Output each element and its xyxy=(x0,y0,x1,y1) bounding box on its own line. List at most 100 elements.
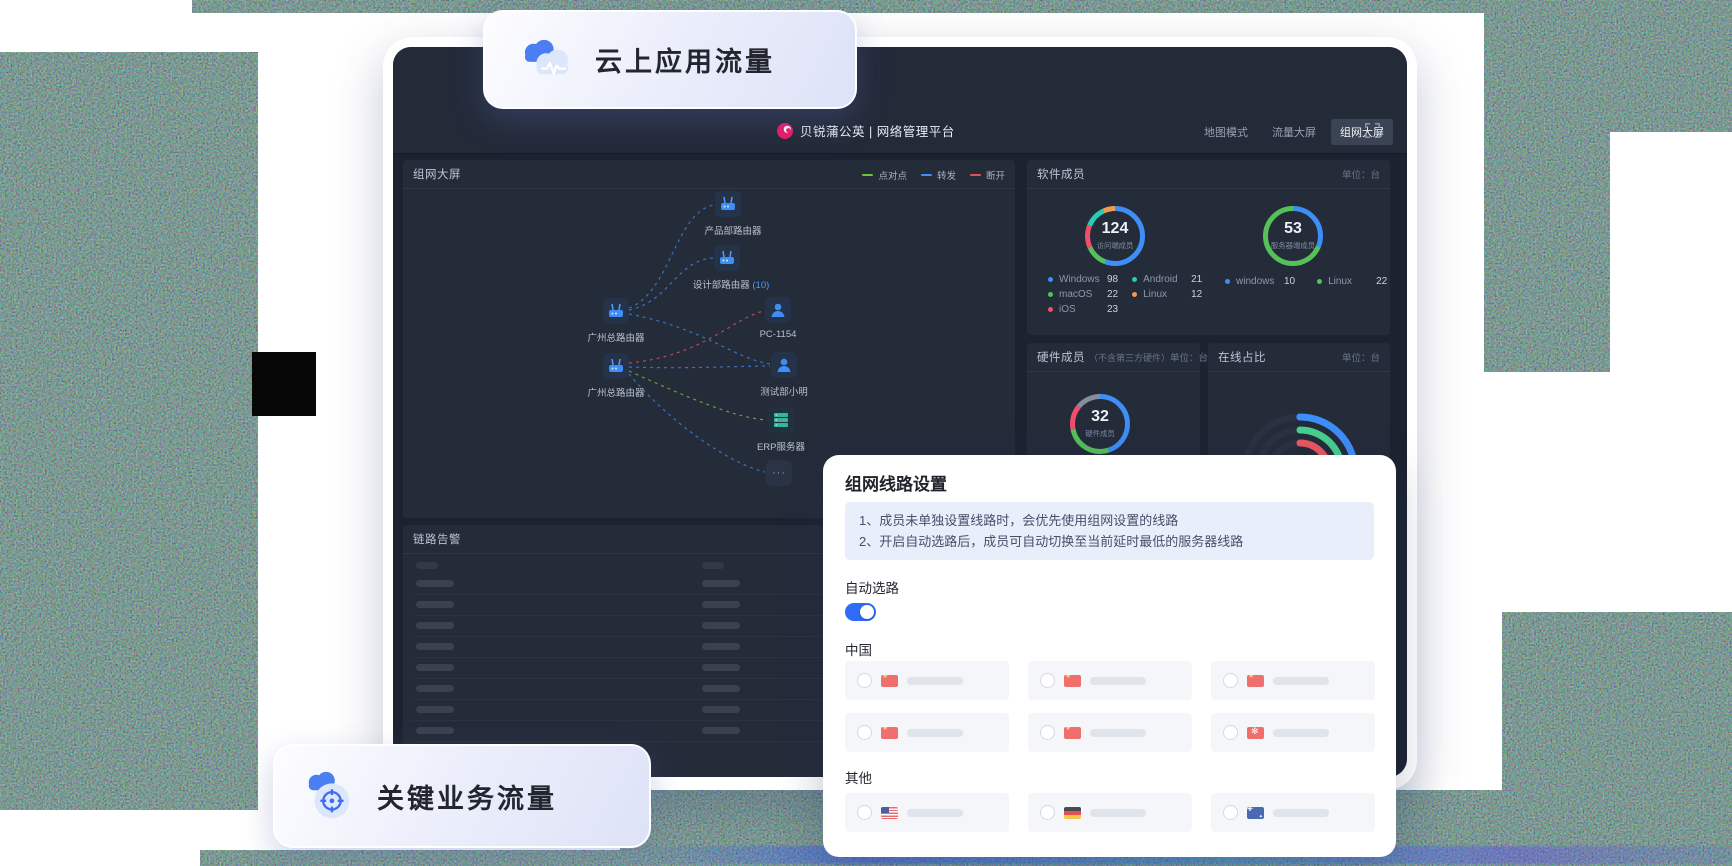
hardware-members-total: 32 xyxy=(1091,409,1109,425)
node-product-router[interactable]: 产品部路由器 xyxy=(715,191,741,217)
unit-label: 单位：台 xyxy=(1342,167,1380,181)
badge-bottom-label: 关键业务流量 xyxy=(377,777,557,816)
node-gz-router-1[interactable]: 广州总路由器 xyxy=(603,298,629,324)
donut-access-members: 124 访问端成员 xyxy=(1082,203,1148,269)
alarm-row-bar xyxy=(702,643,740,650)
alarm-row-bar xyxy=(702,580,740,587)
node-design-router[interactable]: 设计部路由器 (10) xyxy=(714,245,740,271)
flag-hk-icon xyxy=(1247,727,1264,739)
software-members-title: 软件成员 xyxy=(1037,166,1085,182)
radio-button[interactable] xyxy=(1040,725,1055,740)
auto-route-toggle[interactable] xyxy=(845,603,876,621)
node-gz-router-2[interactable]: 广州总路由器 xyxy=(603,353,629,379)
node-test-member[interactable]: 测试部小明 xyxy=(771,352,797,378)
line-name-placeholder xyxy=(1273,729,1329,737)
legend-item: iOS23 xyxy=(1048,302,1118,317)
legend-value: 22 xyxy=(1107,289,1118,300)
line-option[interactable] xyxy=(1028,713,1192,752)
unit-label: 单位：台 xyxy=(1342,350,1380,364)
legend-name: Windows xyxy=(1059,274,1107,285)
noise-right xyxy=(1484,0,1610,372)
node-label-text: 设计部路由器 xyxy=(693,280,750,291)
node-label: 广州总路由器 xyxy=(556,385,676,399)
view-tab[interactable]: 组网大屏 xyxy=(1331,119,1393,145)
unit-label: 单位：台 xyxy=(1170,350,1208,364)
radio-button[interactable] xyxy=(1223,673,1238,688)
legend-name: Android xyxy=(1143,274,1191,285)
line-option[interactable] xyxy=(1211,793,1375,832)
node-pc-1154[interactable]: PC-1154 xyxy=(765,297,791,323)
link-alarm-title: 链路告警 xyxy=(413,531,461,547)
router-icon[interactable] xyxy=(603,353,629,379)
alarm-row-bar xyxy=(702,685,740,692)
radio-button[interactable] xyxy=(1223,805,1238,820)
radio-button[interactable] xyxy=(857,673,872,688)
platform-title: 贝锐蒲公英 | 网络管理平台 xyxy=(800,121,955,140)
line-option[interactable] xyxy=(1211,661,1375,700)
flag-us-icon xyxy=(881,807,898,819)
view-tab[interactable]: 流量大屏 xyxy=(1263,119,1325,145)
legend-item: Linux22 xyxy=(1317,276,1387,287)
alarm-row-bar xyxy=(702,664,740,671)
router-icon[interactable] xyxy=(714,245,740,271)
flag-cn-icon xyxy=(881,675,898,687)
group-china-label: 中国 xyxy=(845,639,872,659)
legend-dot xyxy=(1048,307,1053,312)
line-option[interactable] xyxy=(845,713,1009,752)
radio-button[interactable] xyxy=(1040,805,1055,820)
node-erp-server[interactable]: ERP服务器 xyxy=(768,407,794,433)
line-settings-notes: 1、成员未单独设置线路时，会优先使用组网设置的线路 2、开启自动选路后，成员可自… xyxy=(845,502,1374,560)
line-name-placeholder xyxy=(1090,677,1146,685)
legend-dot xyxy=(1132,292,1137,297)
radio-button[interactable] xyxy=(857,725,872,740)
legend-item: Windows98 xyxy=(1048,272,1118,287)
radio-button[interactable] xyxy=(1223,725,1238,740)
badge-cloud-app-traffic: 云上应用流量 xyxy=(483,10,857,109)
legend-name: Linux xyxy=(1328,276,1376,287)
flag-au-icon xyxy=(1247,807,1264,819)
badge-top-label: 云上应用流量 xyxy=(595,40,775,79)
alarm-row-bar xyxy=(416,664,454,671)
alarm-row-bar xyxy=(416,727,454,734)
person-icon[interactable] xyxy=(771,352,797,378)
online-ratio-header: 在线占比 单位：台 xyxy=(1208,343,1390,372)
server-members-total: 53 xyxy=(1284,221,1302,237)
node-label: 广州总路由器 xyxy=(556,330,676,344)
legend-value: 12 xyxy=(1191,289,1202,300)
access-members-legend: Windows98macOS22iOS23Android21Linux12 xyxy=(1048,272,1202,317)
alarm-row-bar xyxy=(416,622,454,629)
legend-value: 22 xyxy=(1376,276,1387,287)
hardware-members-header: 硬件成员 （不含第三方硬件） 单位：台 xyxy=(1027,343,1200,372)
radio-button[interactable] xyxy=(857,805,872,820)
legend-item: Android21 xyxy=(1132,272,1202,287)
line-name-placeholder xyxy=(1090,809,1146,817)
server-members-legend: windows10Linux22 xyxy=(1225,276,1387,287)
line-option[interactable] xyxy=(845,661,1009,700)
line-option[interactable] xyxy=(845,793,1009,832)
person-icon[interactable] xyxy=(765,297,791,323)
node-count: (10) xyxy=(752,280,769,291)
legend-item: macOS22 xyxy=(1048,287,1118,302)
router-icon[interactable] xyxy=(603,298,629,324)
line-option[interactable] xyxy=(1211,713,1375,752)
fullscreen-icon[interactable] xyxy=(1365,123,1380,138)
alarm-row-bar xyxy=(702,622,740,629)
alarm-row-bar xyxy=(702,727,740,734)
router-icon[interactable] xyxy=(715,191,741,217)
view-mode-tabs: 地图模式流量大屏组网大屏 xyxy=(1153,119,1393,145)
legend-name: iOS xyxy=(1059,304,1107,315)
auto-route-label: 自动选路 xyxy=(845,577,899,597)
more-nodes-icon[interactable]: ··· xyxy=(766,460,792,486)
view-tab[interactable]: 地图模式 xyxy=(1195,119,1257,145)
node-more[interactable]: ··· xyxy=(766,460,792,486)
server-icon[interactable] xyxy=(768,407,794,433)
line-name-placeholder xyxy=(1273,677,1329,685)
alarm-row-bar xyxy=(702,562,724,569)
cloud-traffic-icon xyxy=(517,37,575,83)
access-members-total: 124 xyxy=(1102,221,1129,237)
line-option[interactable] xyxy=(1028,661,1192,700)
radio-button[interactable] xyxy=(1040,673,1055,688)
line-name-placeholder xyxy=(1090,729,1146,737)
line-option[interactable] xyxy=(1028,793,1192,832)
noise-bottom-left xyxy=(200,850,620,866)
